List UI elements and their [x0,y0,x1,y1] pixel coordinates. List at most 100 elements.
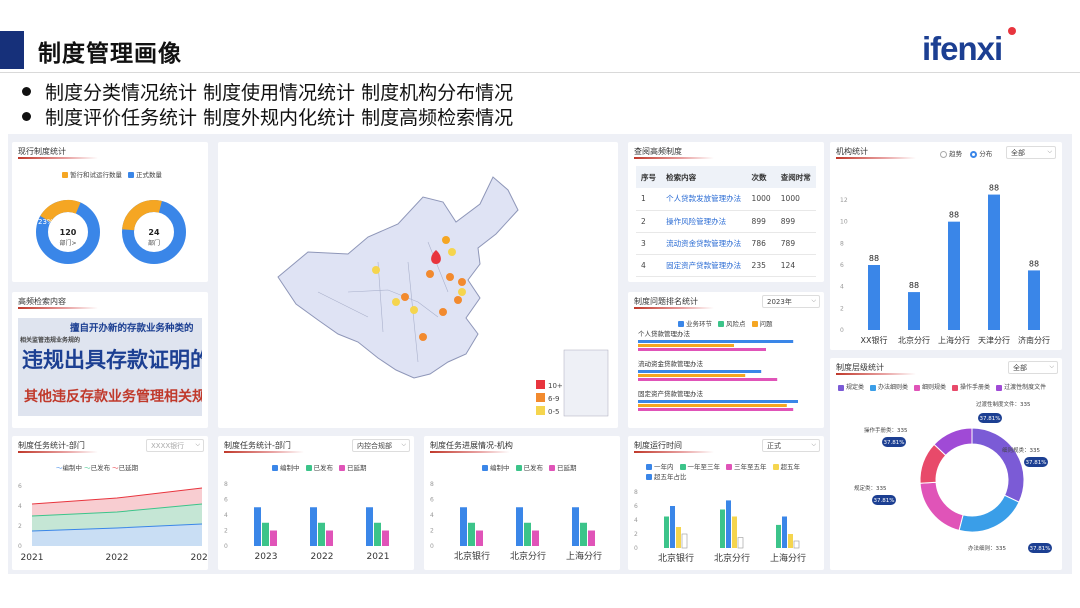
bullet-2: 制度评价任务统计 制度外规内化统计 制度高频检索情况 [22,103,513,130]
map-legend-swatch [536,380,545,389]
chevron-down-icon: ⌵ [1047,148,1052,155]
bar [732,516,737,548]
y-tick-label: 10 [840,219,848,226]
y-tick-label: 2 [224,528,228,535]
column-header: 序号 [636,166,662,188]
table-row[interactable]: 2 操作风险管理办法 899 899 [636,210,816,233]
area-chart: 6 4 2 0 2021 2022 2023 [18,483,208,563]
map-pin[interactable] [439,308,447,316]
level-select[interactable]: 全部 ⌵ [1008,361,1058,374]
bar [638,400,798,403]
bullet-1: 制度分类情况统计 制度使用情况统计 制度机构分布情况 [22,78,513,105]
y-tick-label: 4 [430,512,434,519]
category-label: 流动资金贷款管理办法 [638,359,704,368]
category-label: 个人贷款管理办法 [638,330,691,338]
table-cell-link[interactable]: 固定资产贷款管理办法 [661,254,747,277]
pct-label: 37.81% [874,498,895,504]
map-pin[interactable] [448,248,456,256]
bar [782,516,787,548]
legend-swatch [549,465,555,471]
title-underline [224,451,304,453]
map-pin[interactable] [442,236,450,244]
dept-select[interactable]: 内控合规部 ⌵ [352,439,410,452]
legend-swatch [646,464,652,470]
word-cloud-word: 相关监管违规业务规的 [20,337,81,344]
slice-label: 细则规类：335 [1002,446,1040,454]
y-tick-label: 4 [634,517,638,524]
org-stats-panel: 机构统计 趋势 分布 全部 ⌵ 12 10 8 6 4 2 0 88 XX银行 88 北京分行 88 上海… [830,142,1062,350]
bar [572,507,579,546]
map-pin[interactable] [458,288,466,296]
map-pin[interactable] [458,278,466,286]
bar [638,340,794,343]
runtime-select[interactable]: 正式 ⌵ [762,439,820,452]
legend-label: 已延期 [557,464,577,472]
bar [788,534,793,548]
x-tick-label: 2021 [367,552,390,562]
table-row[interactable]: 3 流动资金贷款管理办法 786 789 [636,232,816,255]
year-select[interactable]: 2023年 ⌵ [762,295,820,308]
donut-pct: 23% [38,218,54,226]
table-row[interactable]: 4 固定资产贷款管理办法 235 124 [636,254,816,277]
radio-distribution[interactable] [970,150,978,158]
bar [670,506,675,548]
bullet-dot [22,112,31,121]
bar [532,530,539,546]
map-pin[interactable] [446,273,454,281]
bank-select[interactable]: XXXX银行 ⌵ [146,439,204,452]
panel-title: 制度层级统计 [836,363,884,372]
legend-label: 超五年占比 [654,473,687,481]
y-tick-label: 8 [634,489,638,496]
query-table: 序号 检索内容 次数 查阅时常 1 个人贷款发放管理办法 1000 1000 2 操作风险管理… [636,166,816,277]
pct-label: 37.81% [980,416,1001,422]
x-tick-label: 2022 [106,553,129,563]
header-divider [0,72,1080,73]
panel-title: 制度任务进展情况-机构 [430,441,513,450]
donut-slice [919,481,964,531]
legend-label: 规定类 [846,384,865,391]
word-cloud: 擅自开办新的存款业务种类的 相关监管违规业务规的 违规出具存款证明的 其他违反存… [18,318,202,416]
y-tick-label: 8 [430,481,434,488]
query-panel: 查阅高频制度 序号 检索内容 次数 查阅时常 1 个人贷款发放管理办法 1000 1000 … [628,142,824,282]
legend-label: 细则规类 [922,384,947,391]
x-tick-label: 北京分行 [714,552,750,564]
table-cell: 3 [636,232,662,255]
bar [638,348,766,351]
select-value: 2023年 [767,298,792,306]
bar [726,500,731,548]
title-underline [18,307,98,309]
legend-label: 问题 [759,320,773,328]
bullet-dot [22,87,31,96]
title-underline [18,157,98,159]
map-pin[interactable] [401,293,409,301]
bar [988,194,1000,330]
bar [908,292,920,330]
table-row[interactable]: 1 个人贷款发放管理办法 1000 1000 [636,188,816,211]
map-pin[interactable] [419,333,427,341]
issues-panel: 制度问题排名统计 2023年 ⌵ 业务环节 风险点 问题 个人贷款管理办法 流动资金贷款… [628,292,824,428]
page-title: 制度管理画像 [38,41,182,67]
bar [254,507,261,546]
select-value: XXXX银行 [151,442,185,450]
org-select[interactable]: 全部 ⌵ [1006,146,1056,159]
legend-label: 一年至三年 [687,463,721,471]
dashboard-screenshot: 现行制度统计 暂行和试运行数量 正式数量 23% 120 部门> 24 部门 高频… [8,134,1072,574]
y-tick-label: 6 [430,497,434,504]
map-pin[interactable] [410,306,418,314]
map-pin[interactable] [454,296,462,304]
map-legend-label: 0-5 [548,408,559,416]
map-pin[interactable] [372,266,380,274]
table-cell: 899 [746,210,776,233]
legend-label: 已延期 [118,464,139,472]
radio-trend[interactable] [940,150,947,158]
table-cell-link[interactable]: 个人贷款发放管理办法 [661,188,747,211]
table-cell-link[interactable]: 操作风险管理办法 [661,210,747,233]
table-cell-link[interactable]: 流动资金贷款管理办法 [661,232,747,255]
map-pin[interactable] [392,298,400,306]
radio-label: 趋势 [949,150,963,158]
map-pin[interactable] [426,270,434,278]
map-legend-swatch [536,393,545,402]
donut-label[interactable]: 部门> [59,239,76,247]
bar [366,507,373,546]
legend-swatch [718,321,724,327]
